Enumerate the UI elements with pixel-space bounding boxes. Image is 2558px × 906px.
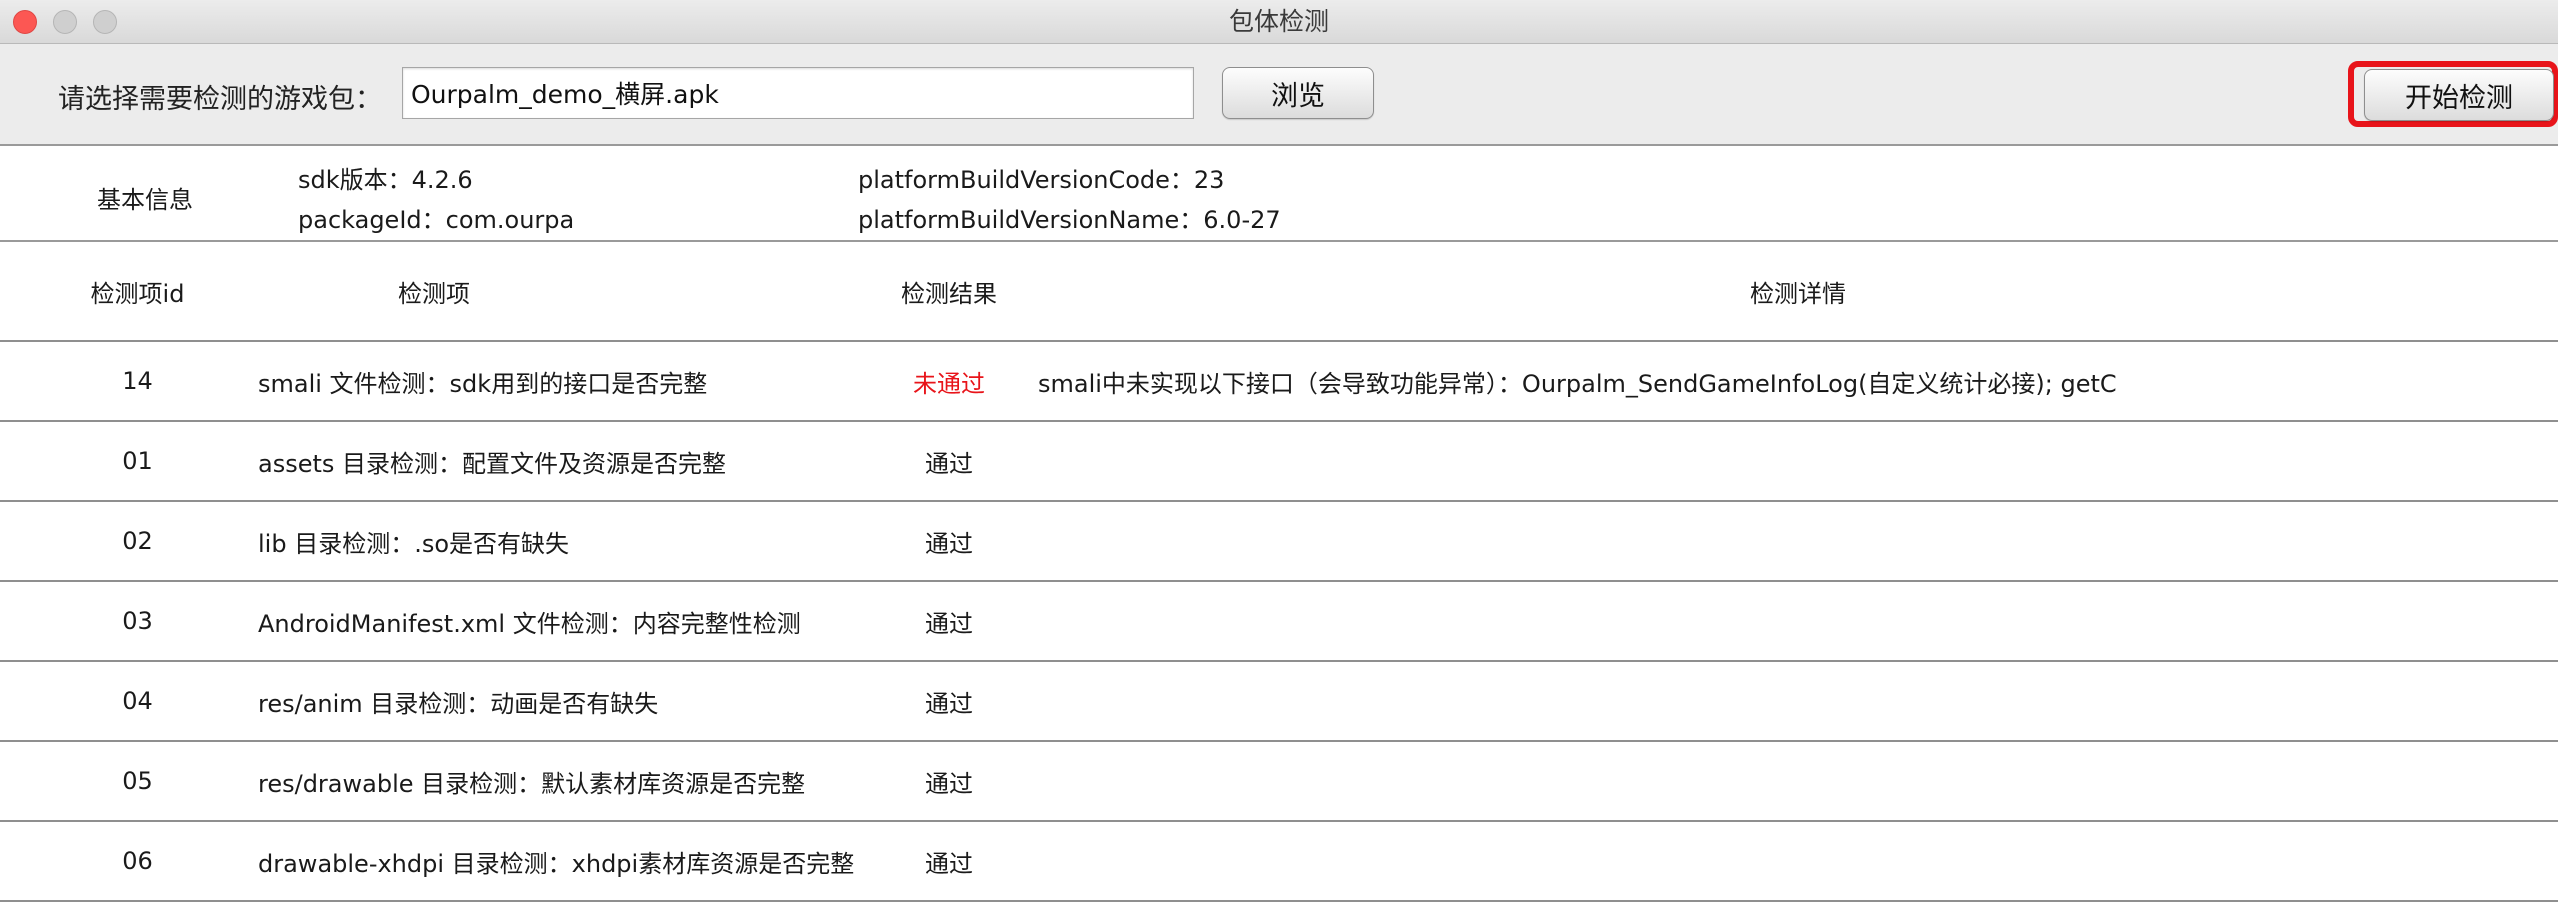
table-row[interactable]: 06 drawable-xhdpi 目录检测：xhdpi素材库资源是否完整 通过 (0, 822, 2558, 902)
row-detail (1038, 662, 2558, 740)
row-result: 通过 (925, 689, 973, 718)
apk-path-input[interactable] (402, 67, 1194, 119)
table-row[interactable]: 03 AndroidManifest.xml 文件检测：内容完整性检测 通过 (0, 582, 2558, 662)
row-detail (1038, 422, 2558, 500)
row-detail: smali中未实现以下接口（会导致功能异常）：Ourpalm_SendGameI… (1038, 369, 2117, 398)
header-item: 检测项 (398, 279, 470, 308)
row-id: 04 (122, 687, 153, 715)
row-result: 通过 (925, 449, 973, 478)
sdk-version-text: sdk版本：4.2.6 (298, 166, 473, 194)
package-id-text: packageId：com.ourpa (298, 206, 575, 234)
row-id: 03 (122, 607, 153, 635)
row-item: res/anim 目录检测：动画是否有缺失 (258, 689, 659, 718)
row-item: AndroidManifest.xml 文件检测：内容完整性检测 (258, 609, 801, 638)
row-result-fail: 未通过 (913, 369, 985, 398)
row-id: 02 (122, 527, 153, 555)
file-select-toolbar: 请选择需要检测的游戏包： 浏览 开始检测 (0, 44, 2558, 144)
row-item: smali 文件检测：sdk用到的接口是否完整 (258, 369, 708, 398)
header-result: 检测结果 (901, 279, 997, 308)
start-check-button[interactable]: 开始检测 (2364, 69, 2554, 121)
table-row[interactable]: 14 smali 文件检测：sdk用到的接口是否完整 未通过 smali中未实现… (0, 342, 2558, 422)
row-detail (1038, 742, 2558, 820)
row-result: 通过 (925, 849, 973, 878)
table-row[interactable]: 01 assets 目录检测：配置文件及资源是否完整 通过 (0, 422, 2558, 502)
row-detail (1038, 582, 2558, 660)
table-header-row: 检测项id 检测项 检测结果 检测详情 (0, 242, 2558, 342)
table-row[interactable]: 02 lib 目录检测：.so是否有缺失 通过 (0, 502, 2558, 582)
check-results-table: 检测项id 检测项 检测结果 检测详情 14 smali 文件检测：sdk用到的… (0, 242, 2558, 902)
row-item: drawable-xhdpi 目录检测：xhdpi素材库资源是否完整 (258, 849, 855, 878)
table-row[interactable]: 04 res/anim 目录检测：动画是否有缺失 通过 (0, 662, 2558, 742)
header-detail: 检测详情 (1750, 279, 1846, 308)
row-result: 通过 (925, 609, 973, 638)
header-id: 检测项id (90, 279, 185, 308)
row-item: assets 目录检测：配置文件及资源是否完整 (258, 449, 727, 478)
table-row[interactable]: 05 res/drawable 目录检测：默认素材库资源是否完整 通过 (0, 742, 2558, 822)
basic-info-panel: 基本信息 sdk版本：4.2.6 packageId：com.ourpa pla… (0, 144, 2558, 242)
build-version-code-text: platformBuildVersionCode：23 (858, 166, 1225, 194)
row-item: lib 目录检测：.so是否有缺失 (258, 529, 570, 558)
row-result: 通过 (925, 769, 973, 798)
title-bar: 包体检测 (0, 0, 2558, 44)
row-result: 通过 (925, 529, 973, 558)
row-id: 05 (122, 767, 153, 795)
build-version-name-text: platformBuildVersionName：6.0-27 (858, 206, 1281, 234)
row-id: 06 (122, 847, 153, 875)
row-detail (1038, 502, 2558, 580)
row-id: 01 (122, 447, 153, 475)
basic-info-label: 基本信息 (97, 186, 193, 214)
row-detail (1038, 822, 2558, 900)
file-select-prompt: 请选择需要检测的游戏包： (58, 84, 382, 115)
row-item: res/drawable 目录检测：默认素材库资源是否完整 (258, 769, 806, 798)
browse-button[interactable]: 浏览 (1222, 67, 1374, 119)
window-title: 包体检测 (1228, 7, 1329, 36)
row-id: 14 (122, 367, 153, 395)
